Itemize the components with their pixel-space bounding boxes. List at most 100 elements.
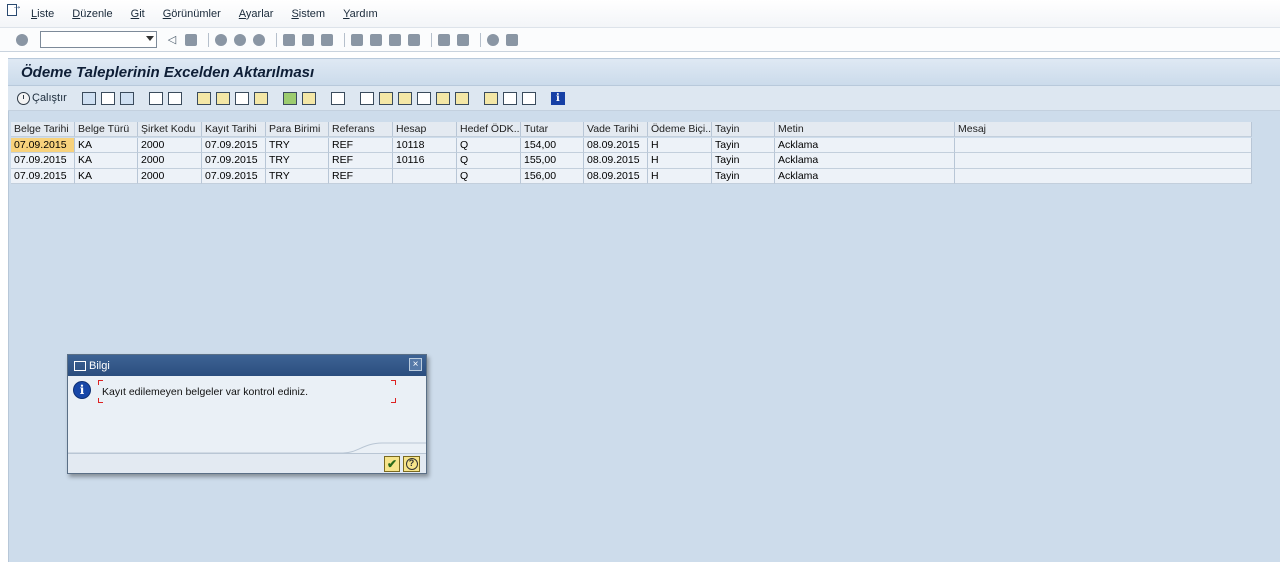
table-cell[interactable]: Tayin: [712, 168, 775, 184]
send-icon[interactable]: [416, 91, 431, 105]
change-layout-icon[interactable]: [483, 91, 498, 105]
table-cell[interactable]: KA: [75, 168, 138, 184]
menu-git[interactable]: Git: [131, 8, 145, 20]
excel-export-icon[interactable]: [378, 91, 393, 105]
table-cell[interactable]: Q: [457, 153, 521, 169]
select-all-icon[interactable]: [148, 91, 163, 105]
table-cell[interactable]: 07.09.2015: [11, 168, 75, 184]
layout-menu-icon[interactable]: [505, 33, 519, 47]
table-cell[interactable]: 08.09.2015: [584, 168, 648, 184]
column-header[interactable]: Belge Türü: [75, 122, 138, 137]
local-file-icon[interactable]: [397, 91, 412, 105]
table-cell[interactable]: Q: [457, 168, 521, 184]
print-icon[interactable]: [282, 33, 296, 47]
table-cell[interactable]: 154,00: [521, 137, 584, 153]
table-cell[interactable]: 07.09.2015: [11, 137, 75, 153]
cancel-icon[interactable]: [252, 33, 266, 47]
column-header[interactable]: Vade Tarihi: [584, 122, 648, 137]
command-field[interactable]: [40, 31, 157, 48]
new-session-icon[interactable]: [437, 33, 451, 47]
table-cell[interactable]: KA: [75, 153, 138, 169]
abc-analysis-icon[interactable]: [435, 91, 450, 105]
table-cell[interactable]: 2000: [138, 153, 202, 169]
column-header[interactable]: Şirket Kodu: [138, 122, 202, 137]
shortcut-icon[interactable]: [456, 33, 470, 47]
table-cell[interactable]: 156,00: [521, 168, 584, 184]
enter-icon[interactable]: [15, 33, 29, 47]
deselect-all-icon[interactable]: [167, 91, 182, 105]
menu-gorunumler[interactable]: Görünümler: [163, 8, 221, 20]
table-cell[interactable]: 07.09.2015: [11, 153, 75, 169]
table-cell[interactable]: 08.09.2015: [584, 153, 648, 169]
table-cell[interactable]: TRY: [266, 137, 329, 153]
system-menu-icon[interactable]: [7, 1, 22, 16]
menu-ayarlar[interactable]: Ayarlar: [239, 8, 274, 20]
column-header[interactable]: Hedef ÖDK...: [457, 122, 521, 137]
graphic-icon[interactable]: [454, 91, 469, 105]
menu-yardim[interactable]: Yardım: [343, 8, 378, 20]
find-icon[interactable]: [301, 33, 315, 47]
confirm-button[interactable]: ✔: [384, 456, 400, 472]
table-cell[interactable]: [955, 153, 1252, 169]
chevron-down-icon[interactable]: [146, 36, 154, 41]
table-cell[interactable]: KA: [75, 137, 138, 153]
table-cell[interactable]: 08.09.2015: [584, 137, 648, 153]
sort-descending-icon[interactable]: [215, 91, 230, 105]
table-view-icon[interactable]: [100, 91, 115, 105]
table-cell[interactable]: 07.09.2015: [202, 168, 266, 184]
save-layout-icon[interactable]: [521, 91, 536, 105]
table-cell[interactable]: 2000: [138, 168, 202, 184]
select-layout-icon[interactable]: [502, 91, 517, 105]
table-cell[interactable]: TRY: [266, 153, 329, 169]
column-header[interactable]: Referans: [329, 122, 393, 137]
table-cell[interactable]: TRY: [266, 168, 329, 184]
next-page-icon[interactable]: [388, 33, 402, 47]
menu-sistem[interactable]: Sistem: [291, 8, 325, 20]
run-button[interactable]: Çalıştır: [17, 91, 67, 105]
word-export-icon[interactable]: [359, 91, 374, 105]
table-cell[interactable]: [955, 168, 1252, 184]
filter-delete-icon[interactable]: [253, 91, 268, 105]
column-header[interactable]: Ödeme Biçi...: [648, 122, 712, 137]
column-header[interactable]: Belge Tarihi: [11, 122, 75, 137]
sum-icon[interactable]: [282, 91, 297, 105]
table-cell[interactable]: Tayin: [712, 153, 775, 169]
menu-duzenle[interactable]: Düzenle: [72, 8, 112, 20]
column-header[interactable]: Tutar: [521, 122, 584, 137]
column-header[interactable]: Mesaj: [955, 122, 1252, 137]
table-row[interactable]: 07.09.2015 KA 2000 07.09.2015 TRY REF Q …: [11, 168, 1252, 184]
filter-icon[interactable]: [234, 91, 249, 105]
table-cell[interactable]: 2000: [138, 137, 202, 153]
table-cell[interactable]: Acklama: [775, 168, 955, 184]
table-cell[interactable]: 155,00: [521, 153, 584, 169]
table-cell[interactable]: H: [648, 168, 712, 184]
table-cell[interactable]: REF: [329, 168, 393, 184]
first-page-icon[interactable]: [350, 33, 364, 47]
table-cell[interactable]: 10116: [393, 153, 457, 169]
previous-page-icon[interactable]: [369, 33, 383, 47]
info-icon[interactable]: i: [550, 91, 565, 105]
save-icon[interactable]: [184, 33, 198, 47]
table-cell[interactable]: REF: [329, 153, 393, 169]
exit-icon[interactable]: [233, 33, 247, 47]
table-cell[interactable]: 07.09.2015: [202, 137, 266, 153]
table-cell[interactable]: Q: [457, 137, 521, 153]
table-cell[interactable]: [955, 137, 1252, 153]
table-row[interactable]: 07.09.2015 KA 2000 07.09.2015 TRY REF 10…: [11, 153, 1252, 169]
back-icon[interactable]: [214, 33, 228, 47]
refresh-icon[interactable]: [119, 91, 134, 105]
help-icon[interactable]: [486, 33, 500, 47]
table-cell[interactable]: Acklama: [775, 137, 955, 153]
table-cell[interactable]: H: [648, 137, 712, 153]
close-icon[interactable]: ×: [409, 358, 422, 371]
dialog-title-bar[interactable]: Bilgi ×: [68, 355, 426, 376]
menu-liste[interactable]: Liste: [31, 8, 54, 20]
last-page-icon[interactable]: [407, 33, 421, 47]
column-header[interactable]: Para Birimi: [266, 122, 329, 137]
column-header[interactable]: Hesap: [393, 122, 457, 137]
column-header[interactable]: Tayin: [712, 122, 775, 137]
table-cell[interactable]: Acklama: [775, 153, 955, 169]
back-arrow-icon[interactable]: ◁: [165, 33, 179, 47]
column-header[interactable]: Metin: [775, 122, 955, 137]
table-cell[interactable]: Tayin: [712, 137, 775, 153]
